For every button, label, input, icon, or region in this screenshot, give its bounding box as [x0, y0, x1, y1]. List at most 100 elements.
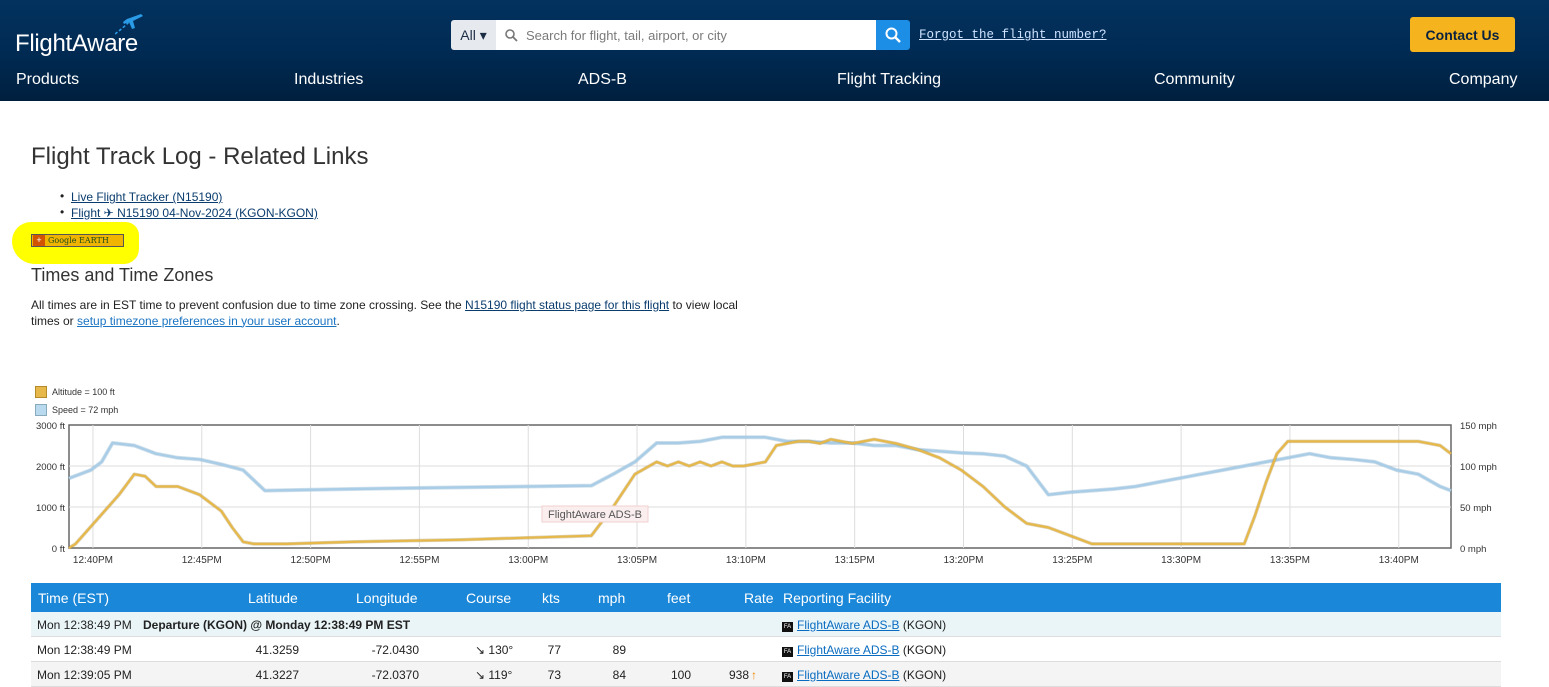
forgot-flight-number-link[interactable]: Forgot the flight number? [919, 28, 1107, 42]
plane-icon [115, 14, 143, 35]
x-tick-label: 12:40PM [73, 555, 113, 566]
departure-label: Departure (KGON) @ Monday 12:38:49 PM ES… [143, 618, 411, 632]
cell-rate: 938 ↑ [711, 668, 757, 682]
x-tick-label: 12:45PM [182, 555, 222, 566]
climb-arrow-icon: ↑ [751, 668, 757, 682]
cell-time: Mon 12:38:49 PM [37, 618, 132, 632]
search-field[interactable] [496, 20, 876, 50]
nav-industries[interactable]: Industries [294, 71, 363, 89]
facility-link[interactable]: FlightAware ADS-B [797, 618, 900, 632]
legend-label: Speed = 72 mph [52, 405, 119, 415]
cell-kts: 77 [547, 643, 561, 657]
cell-facility: FA FlightAware ADS-B (KGON) [782, 668, 946, 682]
col-rate[interactable]: Rate [744, 590, 774, 606]
cell-kts: 73 [547, 668, 561, 682]
timezone-preferences-link[interactable]: setup timezone preferences in your user … [77, 314, 336, 328]
col-kts[interactable]: kts [542, 590, 560, 606]
cell-mph: 84 [612, 668, 626, 682]
legend-label: Altitude = 100 ft [52, 387, 115, 397]
x-tick-label: 12:55PM [399, 555, 439, 566]
x-tick-label: 13:20PM [943, 555, 983, 566]
fa-icon: FA [782, 647, 793, 657]
nav-company[interactable]: Company [1449, 71, 1517, 89]
col-reporting-facility[interactable]: Reporting Facility [783, 590, 891, 606]
search-scope-select[interactable]: All ▾ [451, 20, 496, 50]
altitude-swatch [35, 386, 47, 398]
x-tick-label: 13:00PM [508, 555, 548, 566]
site-header: FlightAware All ▾ Forgot the flight numb… [0, 0, 1549, 101]
y-right-tick-label: 100 mph [1460, 462, 1497, 473]
x-tick-label: 13:25PM [1052, 555, 1092, 566]
cell-longitude: -72.0370 [371, 668, 419, 682]
y-left-tick-label: 1000 ft [36, 503, 65, 514]
related-links: Live Flight Tracker (N15190) Flight ✈ N1… [60, 189, 318, 222]
x-tick-label: 12:50PM [291, 555, 331, 566]
y-left-tick-label: 3000 ft [36, 421, 65, 432]
altitude-speed-chart: 12:40PM 12:45PM 12:50PM 12:55PM 13:00PM 13:05… [36, 421, 1497, 566]
section-title: Times and Time Zones [31, 265, 214, 285]
track-log-table: Time (EST) Latitude Longitude Course kts… [31, 583, 1501, 687]
y-left-tick-label: 0 ft [52, 544, 66, 555]
live-flight-tracker-link[interactable]: Live Flight Tracker (N15190) [71, 190, 222, 204]
google-earth-icon: + [33, 235, 45, 246]
table-header: Time (EST) Latitude Longitude Course kts… [31, 583, 1501, 612]
col-course[interactable]: Course [466, 590, 511, 606]
x-tick-label: 13:05PM [617, 555, 657, 566]
y-right-tick-label: 0 mph [1460, 544, 1486, 555]
col-feet[interactable]: feet [667, 590, 690, 606]
para-text: All times are in EST time to prevent con… [31, 298, 465, 312]
fa-icon: FA [782, 672, 793, 682]
cell-longitude: -72.0430 [371, 643, 419, 657]
x-tick-label: 13:35PM [1270, 555, 1310, 566]
x-tick-label: 13:40PM [1379, 555, 1419, 566]
chart-legend: Altitude = 100 ft Speed = 72 mph [35, 383, 118, 419]
cell-facility: FA FlightAware ADS-B (KGON) [782, 618, 946, 632]
table-row: Mon 12:39:05 PM 41.3227 -72.0370 ↘ 119° … [31, 662, 1501, 687]
timezone-description: All times are in EST time to prevent con… [31, 298, 751, 329]
list-item: Live Flight Tracker (N15190) [60, 189, 318, 206]
page-title: Flight Track Log - Related Links [31, 143, 369, 170]
list-item: Flight ✈ N15190 04-Nov-2024 (KGON-KGON) [60, 205, 318, 222]
cell-course: ↘ 130° [475, 643, 514, 657]
search-button[interactable] [876, 20, 910, 50]
col-mph[interactable]: mph [598, 590, 625, 606]
cell-feet: 100 [670, 668, 691, 682]
y-right-tick-label: 50 mph [1460, 503, 1492, 514]
facility-code: (KGON) [902, 643, 947, 657]
facility-link[interactable]: FlightAware ADS-B [797, 643, 900, 657]
contact-us-button[interactable]: Contact Us [1410, 17, 1515, 52]
flight-link[interactable]: Flight ✈ N15190 04-Nov-2024 (KGON-KGON) [71, 206, 318, 220]
table-row-departure: Mon 12:38:49 PM Departure (KGON) @ Monda… [31, 612, 1501, 637]
nav-flight-tracking[interactable]: Flight Tracking [837, 71, 941, 89]
search-icon [885, 27, 901, 43]
search-input[interactable] [526, 27, 866, 43]
x-tick-label: 13:15PM [835, 555, 875, 566]
flight-status-link[interactable]: N15190 flight status page for this fligh… [465, 298, 669, 312]
para-text: . [336, 313, 340, 328]
col-longitude[interactable]: Longitude [356, 590, 418, 606]
google-earth-label: Google EARTH [48, 236, 109, 245]
chart-watermark: FlightAware ADS-B [548, 509, 642, 521]
col-time[interactable]: Time (EST) [38, 590, 109, 606]
google-earth-button[interactable]: + Google EARTH [31, 234, 124, 247]
cell-time: Mon 12:38:49 PM [37, 643, 132, 657]
facility-code: (KGON) [902, 618, 947, 632]
x-tick-label: 13:30PM [1161, 555, 1201, 566]
y-right-tick-label: 150 mph [1460, 421, 1497, 432]
x-tick-label: 13:10PM [726, 555, 766, 566]
legend-item-altitude: Altitude = 100 ft [35, 383, 118, 401]
nav-products[interactable]: Products [16, 71, 79, 89]
cell-facility: FA FlightAware ADS-B (KGON) [782, 643, 946, 657]
search-icon [505, 28, 518, 42]
facility-link[interactable]: FlightAware ADS-B [797, 668, 900, 682]
nav-ads-b[interactable]: ADS-B [578, 71, 627, 89]
col-latitude[interactable]: Latitude [248, 590, 298, 606]
flightaware-logo[interactable]: FlightAware [15, 14, 145, 58]
facility-code: (KGON) [902, 668, 947, 682]
rate-value: 938 [728, 668, 749, 682]
search-bar: All ▾ [451, 20, 910, 50]
fa-icon: FA [782, 622, 793, 632]
table-row: Mon 12:38:49 PM 41.3259 -72.0430 ↘ 130° … [31, 637, 1501, 662]
nav-community[interactable]: Community [1154, 71, 1235, 89]
plot-frame [68, 424, 1452, 549]
